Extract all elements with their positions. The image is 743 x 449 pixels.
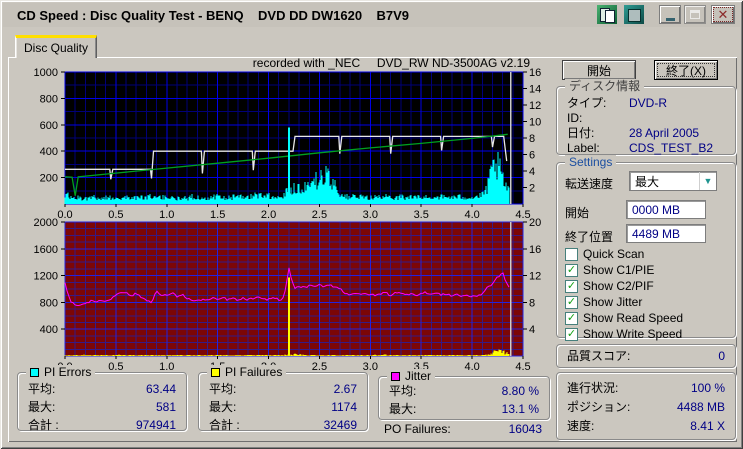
stat-row: 最大: 1174 — [209, 400, 357, 414]
title-bar: CD Speed : Disc Quality Test - BENQ DVD … — [3, 3, 740, 27]
minimize-button[interactable] — [659, 5, 681, 24]
pi-failures-caption: PI Failures — [207, 365, 287, 379]
pi-failures-groupbox: PI Failures 平均: 2.67 最大: 1174 合計 :32469 — [198, 365, 368, 432]
speed-label: 転送速度 — [565, 177, 614, 191]
checkbox-box[interactable] — [565, 247, 578, 261]
end-position-label: 終了位置 — [565, 230, 614, 244]
checkbox-quick-scan[interactable]: Quick Scan — [565, 247, 644, 261]
checkbox-box[interactable] — [565, 295, 578, 309]
chevron-down-icon[interactable]: ▼ — [699, 172, 716, 190]
disc-date-row: 日付: 28 April 2005 — [567, 126, 700, 140]
checkbox-show-jitter[interactable]: Show Jitter — [565, 295, 642, 309]
stat-row: 合計 :32469 — [209, 418, 357, 432]
quality-score-box: 品質スコア: 0 — [556, 344, 736, 368]
stat-row: 平均: 63.44 — [28, 382, 176, 396]
po-failures-value: 16043 — [508, 422, 542, 436]
checkbox-label: Show C2/PIF — [583, 279, 654, 293]
disc-id-row: ID: — [567, 111, 583, 125]
start-position-label: 開始 — [565, 206, 590, 220]
recorded-with-annotation: recorded with _NEC DVD_RW ND-3500AG v2.1… — [252, 56, 530, 70]
stat-row: 最大: 13.1 % — [389, 402, 539, 416]
clipboard-icon[interactable] — [597, 5, 617, 24]
stat-row: 合計 :974941 — [28, 418, 176, 432]
close-button[interactable]: ✕ — [711, 5, 735, 24]
maximize-icon — [690, 10, 700, 19]
pi-failures-swatch-icon — [211, 367, 220, 377]
quality-score-value: 0 — [718, 349, 725, 363]
pi-errors-title: PI Errors — [44, 365, 92, 379]
progress-box: 進行状況: 100 % ポジション: 4488 MB 速度: 8.41 X — [556, 372, 736, 440]
pi-failures-title: PI Failures — [225, 365, 283, 379]
checkbox-show-write-speed[interactable]: Show Write Speed — [565, 327, 682, 341]
checkbox-show-c2-pif[interactable]: Show C2/PIF — [565, 279, 654, 293]
settings-caption: Settings — [565, 155, 617, 169]
disc-info-groupbox: ディスク情報 タイプ: DVD-R ID: 日付: 28 April 2005 La… — [556, 79, 736, 155]
po-failures-row: PO Failures: 16043 — [384, 422, 542, 436]
checkbox-box[interactable] — [565, 327, 578, 341]
start-button[interactable]: 開始 — [562, 60, 636, 80]
tab-disc-quality[interactable]: Disc Quality — [15, 35, 97, 58]
stat-row: 平均: 2.67 — [209, 382, 357, 396]
stat-row: 平均: 8.80 % — [389, 384, 539, 398]
jitter-groupbox: Jitter 平均: 8.80 % 最大: 13.1 % — [378, 369, 550, 420]
minimize-icon — [665, 17, 675, 21]
pi-errors-swatch-icon — [30, 367, 39, 377]
checkbox-label: Show Write Speed — [583, 327, 683, 341]
settings-groupbox: Settings 転送速度 最大 ▼ 開始 0000 MB 終了位置 4489 … — [556, 155, 736, 341]
window-title: CD Speed : Disc Quality Test - BENQ DVD … — [17, 7, 410, 23]
speed-dropdown-value: 最大 — [635, 174, 660, 189]
speed-row: 速度: 8.41 X — [567, 419, 725, 433]
checkbox-show-read-speed[interactable]: Show Read Speed — [565, 311, 683, 325]
checkbox-label: Show Jitter — [583, 295, 643, 309]
checkbox-box[interactable] — [565, 311, 578, 325]
checkbox-label: Quick Scan — [583, 247, 645, 261]
close-icon: ✕ — [717, 7, 729, 22]
jitter-title: Jitter — [405, 369, 432, 383]
start-position-field[interactable]: 0000 MB — [626, 200, 706, 219]
disc-info-caption: ディスク情報 — [565, 79, 645, 93]
speed-dropdown[interactable]: 最大 ▼ — [629, 171, 717, 191]
exit-button[interactable]: 終了(X) — [654, 60, 718, 80]
checkbox-box[interactable] — [565, 279, 578, 293]
checkbox-label: Show C1/PIE — [583, 263, 655, 277]
progress-row: 進行状況: 100 % — [567, 381, 725, 395]
maximize-button[interactable] — [684, 5, 706, 24]
position-row: ポジション: 4488 MB — [567, 400, 725, 414]
checkbox-box[interactable] — [565, 263, 578, 277]
jitter-caption: Jitter — [387, 369, 436, 383]
jitter-swatch-icon — [391, 371, 400, 381]
checkbox-show-c1-pie[interactable]: Show C1/PIE — [565, 263, 654, 277]
pi-errors-groupbox: PI Errors 平均: 63.44 最大: 581 合計 :974941 — [17, 365, 187, 432]
app-window: CD Speed : Disc Quality Test - BENQ DVD … — [0, 0, 743, 449]
titlebar-controls: ✕ — [597, 5, 735, 24]
stat-row: 最大: 581 — [28, 400, 176, 414]
pi-errors-caption: PI Errors — [26, 365, 96, 379]
disc-label-row: Label: CDS_TEST_B2 — [567, 141, 714, 155]
quality-score-label: 品質スコア: — [567, 349, 631, 363]
disc-type-row: タイプ: DVD-R — [567, 96, 667, 110]
po-failures-label: PO Failures: — [384, 422, 451, 436]
tab-label: Disc Quality — [23, 41, 88, 55]
disc-drive-icon[interactable] — [624, 5, 644, 24]
end-position-field[interactable]: 4489 MB — [626, 224, 706, 243]
quality-score-row: 品質スコア: 0 — [567, 349, 725, 364]
checkbox-label: Show Read Speed — [583, 311, 684, 325]
